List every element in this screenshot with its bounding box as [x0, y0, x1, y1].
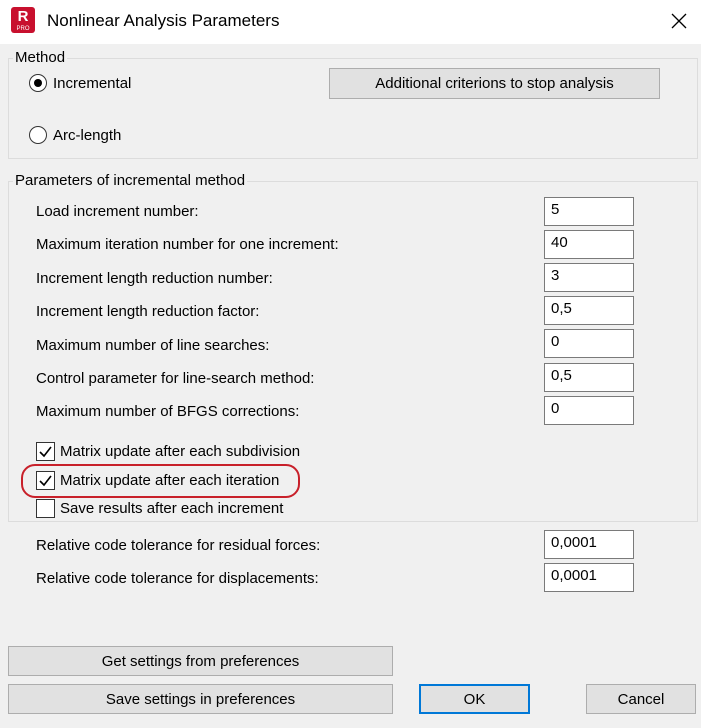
- app-icon-letter: R: [17, 8, 29, 25]
- radio-arc-length-label: Arc-length: [53, 126, 122, 144]
- radio-arc-length-indicator[interactable]: [29, 126, 47, 144]
- matrix-iteration-box[interactable]: [36, 471, 55, 490]
- reduction-factor-input[interactable]: 0,5: [544, 296, 634, 325]
- residual-tolerance-input[interactable]: 0,0001: [544, 530, 634, 559]
- line-search-control-input[interactable]: 0,5: [544, 363, 634, 392]
- window-title: Nonlinear Analysis Parameters: [47, 11, 280, 30]
- save-results-checkbox[interactable]: Save results after each increment: [36, 499, 283, 518]
- close-button[interactable]: [664, 6, 694, 36]
- residual-tolerance-label: Relative code tolerance for residual for…: [36, 537, 321, 554]
- bfgs-corrections-label: Maximum number of BFGS corrections:: [36, 403, 300, 420]
- reduction-factor-label: Increment length reduction factor:: [36, 303, 260, 320]
- radio-incremental-indicator[interactable]: [29, 74, 47, 92]
- app-icon-sub: PRO: [16, 26, 30, 32]
- load-increment-label: Load increment number:: [36, 203, 199, 220]
- get-settings-button[interactable]: Get settings from preferences: [8, 646, 393, 676]
- line-search-control-label: Control parameter for line-search method…: [36, 370, 315, 387]
- robot-app-icon: R PRO: [11, 7, 35, 33]
- ok-button[interactable]: OK: [419, 684, 530, 714]
- line-searches-label: Maximum number of line searches:: [36, 337, 270, 354]
- bfgs-corrections-input[interactable]: 0: [544, 396, 634, 425]
- save-results-label: Save results after each increment: [60, 500, 284, 517]
- displacement-tolerance-input[interactable]: 0,0001: [544, 563, 634, 592]
- title-bar: R PRO Nonlinear Analysis Parameters: [0, 0, 701, 44]
- radio-arc-length[interactable]: Arc-length: [29, 126, 121, 144]
- radio-incremental-label: Incremental: [53, 74, 132, 92]
- max-iteration-input[interactable]: 40: [544, 230, 634, 259]
- save-settings-button[interactable]: Save settings in preferences: [8, 684, 393, 714]
- reduction-number-input[interactable]: 3: [544, 263, 634, 292]
- matrix-subdivision-box[interactable]: [36, 442, 55, 461]
- load-increment-input[interactable]: 5: [544, 197, 634, 226]
- radio-incremental[interactable]: Incremental: [29, 74, 131, 92]
- close-icon: [671, 13, 687, 29]
- additional-criterions-button[interactable]: Additional criterions to stop analysis: [329, 68, 660, 99]
- parameters-group-title: Parameters of incremental method: [13, 172, 248, 189]
- cancel-button[interactable]: Cancel: [586, 684, 696, 714]
- matrix-subdivision-label: Matrix update after each subdivision: [60, 443, 301, 460]
- matrix-subdivision-checkbox[interactable]: Matrix update after each subdivision: [36, 442, 300, 461]
- checkmark-icon: [39, 446, 52, 458]
- line-searches-input[interactable]: 0: [544, 329, 634, 358]
- matrix-iteration-label: Matrix update after each iteration: [60, 472, 280, 489]
- checkmark-icon: [39, 475, 52, 487]
- save-results-box[interactable]: [36, 499, 55, 518]
- max-iteration-label: Maximum iteration number for one increme…: [36, 236, 339, 253]
- method-group-title: Method: [13, 49, 68, 66]
- displacement-tolerance-label: Relative code tolerance for displacement…: [36, 570, 319, 587]
- reduction-number-label: Increment length reduction number:: [36, 270, 273, 287]
- matrix-iteration-checkbox[interactable]: Matrix update after each iteration: [36, 471, 279, 490]
